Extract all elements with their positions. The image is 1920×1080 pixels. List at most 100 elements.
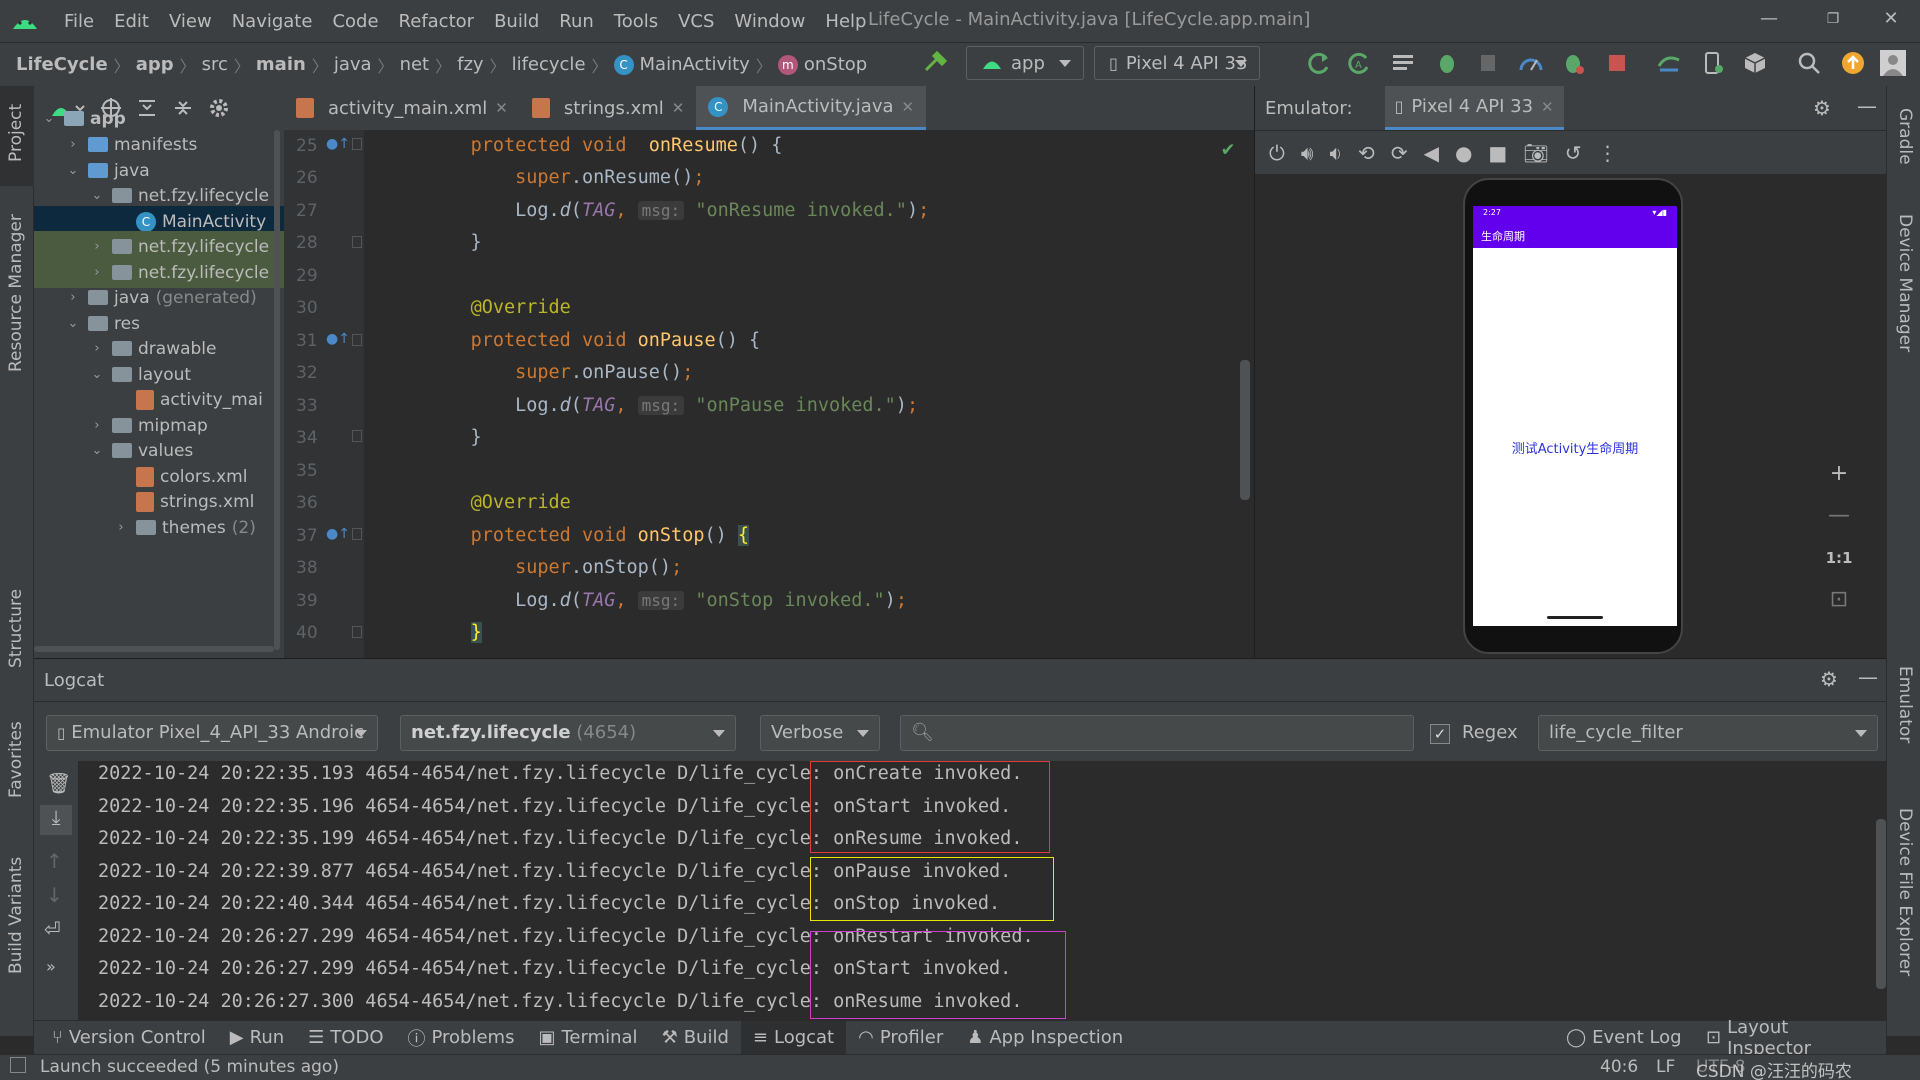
run-config-select[interactable]: app bbox=[966, 46, 1084, 80]
zoom-actual-size-icon[interactable]: 1:1 bbox=[1823, 542, 1855, 574]
tab-mainactivity-java[interactable]: C MainActivity.java ✕ bbox=[696, 86, 927, 130]
close-tab-icon[interactable]: ✕ bbox=[1541, 98, 1554, 116]
close-window-icon[interactable]: ✕ bbox=[1876, 4, 1906, 34]
tab-activity-main-xml[interactable]: activity_main.xml ✕ bbox=[284, 86, 520, 130]
device-manager-icon[interactable] bbox=[1700, 50, 1726, 76]
more-icon[interactable]: ⋮ bbox=[1597, 141, 1617, 165]
minimize-icon[interactable]: — bbox=[1754, 4, 1784, 34]
menu-vcs[interactable]: VCS bbox=[668, 11, 724, 32]
gesture-bar[interactable] bbox=[1547, 616, 1603, 619]
breadcrumb-app[interactable]: app bbox=[130, 54, 180, 75]
overview-icon[interactable]: ■ bbox=[1488, 141, 1507, 165]
chevron-down-icon[interactable]: ⌄ bbox=[66, 316, 80, 331]
tool-problems[interactable]: ⓘ Problems bbox=[396, 1021, 527, 1055]
tool-build-variants[interactable]: Build Variants bbox=[6, 857, 26, 974]
back-icon[interactable]: ◀ bbox=[1424, 141, 1439, 165]
hammer-build-icon[interactable] bbox=[922, 50, 948, 76]
override-marker-icon[interactable]: ●↑ bbox=[326, 526, 350, 542]
home-icon[interactable]: ● bbox=[1455, 141, 1472, 165]
log-level-select[interactable]: Verbose bbox=[760, 715, 880, 751]
breadcrumb-net[interactable]: net bbox=[394, 54, 436, 75]
toggle-tool-windows-icon[interactable] bbox=[10, 1057, 26, 1073]
apply-changes-icon[interactable]: A bbox=[1346, 50, 1372, 76]
editor-scrollbar[interactable] bbox=[1240, 360, 1250, 500]
tool-version-control[interactable]: ⑂ Version Control bbox=[34, 1021, 218, 1055]
tool-app-inspection[interactable]: ♟ App Inspection bbox=[955, 1021, 1135, 1055]
stop-icon[interactable] bbox=[1604, 50, 1630, 76]
fold-marker-icon[interactable] bbox=[352, 626, 362, 638]
code-editor[interactable]: protected void onResume() { super.onResu… bbox=[364, 130, 1254, 658]
breadcrumb-mainactivity[interactable]: MainActivity bbox=[640, 54, 756, 75]
menu-refactor[interactable]: Refactor bbox=[389, 11, 485, 32]
tool-layout-inspector[interactable]: ⊡ Layout Inspector bbox=[1694, 1017, 1886, 1059]
fold-marker-icon[interactable] bbox=[352, 334, 362, 346]
cursor-position[interactable]: 40:6 bbox=[1600, 1057, 1638, 1077]
menu-build[interactable]: Build bbox=[484, 11, 549, 32]
tool-gradle[interactable]: Gradle bbox=[1895, 108, 1915, 165]
restore-icon[interactable]: ❐ bbox=[1818, 4, 1848, 34]
chevron-right-icon[interactable]: › bbox=[66, 137, 80, 152]
chevron-right-icon[interactable]: › bbox=[90, 265, 104, 280]
chevron-right-icon[interactable]: › bbox=[90, 239, 104, 254]
menu-edit[interactable]: Edit bbox=[104, 11, 159, 32]
sdk-manager-icon[interactable] bbox=[1742, 50, 1768, 76]
updates-icon[interactable] bbox=[1840, 50, 1866, 76]
soft-wrap-icon[interactable]: ⏎ bbox=[44, 917, 61, 941]
tree-scrollbar[interactable] bbox=[274, 130, 280, 650]
tool-device-manager[interactable]: Device Manager bbox=[1895, 214, 1915, 352]
profiler-icon[interactable] bbox=[1518, 50, 1544, 76]
line-separator[interactable]: LF bbox=[1656, 1057, 1675, 1077]
breadcrumb-onstop[interactable]: onStop bbox=[804, 54, 873, 75]
regex-checkbox[interactable]: ✓ bbox=[1430, 724, 1450, 744]
emulator-device-tab[interactable]: ▯ Pixel 4 API 33 ✕ bbox=[1384, 86, 1564, 130]
screenshot-icon[interactable]: 📷︎ bbox=[1523, 141, 1548, 165]
chevron-right-icon[interactable]: › bbox=[66, 290, 80, 305]
debug-attach-icon[interactable] bbox=[1560, 50, 1586, 76]
chevron-right-icon[interactable]: › bbox=[90, 341, 104, 356]
chevron-right-icon[interactable]: › bbox=[114, 520, 128, 535]
zoom-out-icon[interactable]: — bbox=[1823, 500, 1855, 532]
menu-window[interactable]: Window bbox=[724, 11, 815, 32]
tool-structure[interactable]: Structure bbox=[6, 589, 26, 668]
breadcrumb-fzy[interactable]: fzy bbox=[451, 54, 489, 75]
tree-hscrollbar[interactable] bbox=[34, 646, 274, 652]
tool-profiler[interactable]: ◠ Profiler bbox=[846, 1021, 955, 1055]
saved-filter-select[interactable]: life_cycle_filter bbox=[1538, 715, 1878, 751]
rotate-left-icon[interactable]: ⟲ bbox=[1358, 141, 1375, 165]
gear-icon[interactable]: ⚙ bbox=[1813, 96, 1831, 120]
hide-panel-icon[interactable]: — bbox=[1857, 94, 1877, 118]
device-select[interactable]: ▯ Pixel 4 API 33 bbox=[1094, 46, 1260, 80]
volume-up-icon[interactable]: 🔊︎ bbox=[1301, 141, 1314, 165]
zoom-fit-icon[interactable]: ⊡ bbox=[1823, 584, 1855, 616]
volume-down-icon[interactable]: 🔉︎ bbox=[1329, 141, 1342, 165]
down-arrow-icon[interactable]: ↓ bbox=[46, 883, 63, 907]
process-filter-select[interactable]: net.fzy.lifecycle (4654) bbox=[400, 715, 736, 751]
breadcrumb-java[interactable]: java bbox=[328, 54, 378, 75]
up-arrow-icon[interactable]: ↑ bbox=[46, 849, 63, 873]
override-marker-icon[interactable]: ●↑ bbox=[326, 136, 350, 152]
chevron-down-icon[interactable]: ⌄ bbox=[66, 163, 80, 178]
coverage-icon[interactable] bbox=[1390, 50, 1416, 76]
breadcrumb-src[interactable]: src bbox=[196, 54, 234, 75]
fold-marker-icon[interactable] bbox=[352, 138, 362, 150]
rerun-icon[interactable] bbox=[1306, 50, 1332, 76]
tool-device-file-explorer[interactable]: Device File Explorer bbox=[1895, 808, 1915, 976]
attach-debugger-icon[interactable] bbox=[1476, 50, 1502, 76]
breadcrumb-main[interactable]: main bbox=[250, 54, 312, 75]
chevron-right-icon[interactable]: › bbox=[90, 418, 104, 433]
close-tab-icon[interactable]: ✕ bbox=[495, 99, 508, 117]
hide-panel-icon[interactable]: — bbox=[1858, 665, 1878, 689]
menu-file[interactable]: File bbox=[54, 11, 104, 32]
logcat-scrollbar[interactable] bbox=[1876, 819, 1886, 989]
clear-logcat-icon[interactable]: 🗑︎ bbox=[46, 771, 71, 795]
tool-build[interactable]: ⚒ Build bbox=[650, 1021, 741, 1055]
search-icon[interactable] bbox=[1796, 50, 1822, 76]
tool-event-log[interactable]: ◯ Event Log bbox=[1554, 1021, 1694, 1055]
chevron-down-icon[interactable]: ⌄ bbox=[90, 188, 104, 203]
menu-code[interactable]: Code bbox=[322, 11, 388, 32]
gear-icon[interactable]: ⚙ bbox=[1820, 667, 1838, 691]
menu-tools[interactable]: Tools bbox=[604, 11, 668, 32]
scroll-to-end-icon[interactable]: ⤓ bbox=[40, 805, 72, 835]
tool-terminal[interactable]: ▣ Terminal bbox=[526, 1021, 649, 1055]
breadcrumb-lifecycle[interactable]: lifecycle bbox=[506, 54, 592, 75]
